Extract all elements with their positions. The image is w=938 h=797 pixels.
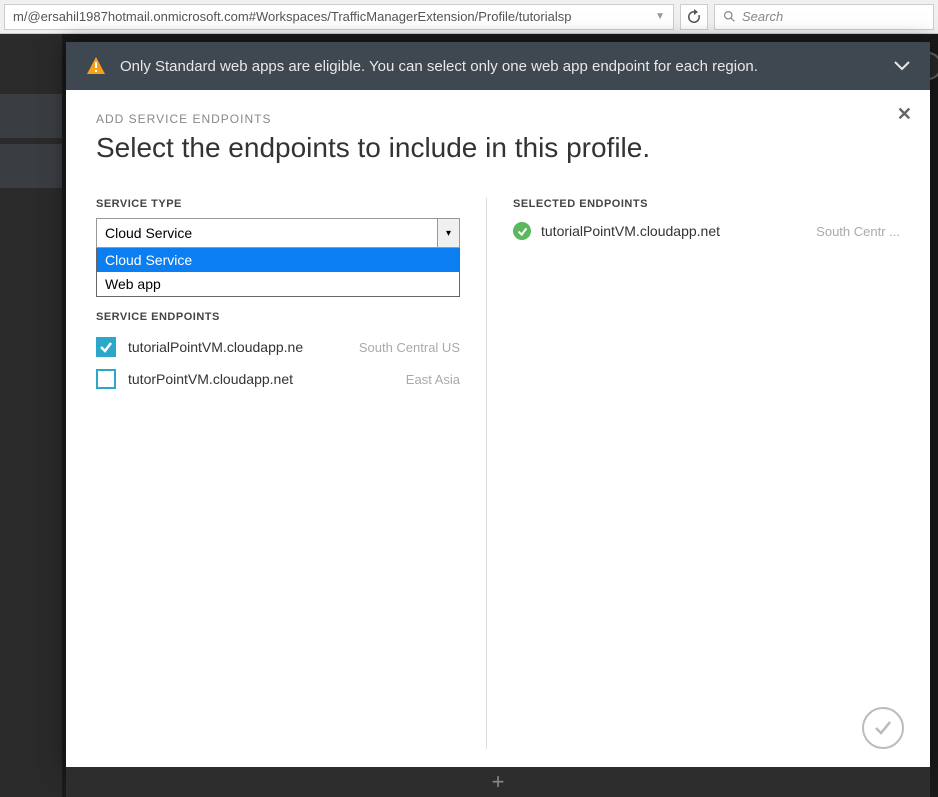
- select-display[interactable]: Cloud Service ▾: [96, 218, 460, 248]
- bottom-bar: +: [66, 767, 930, 797]
- modal-title: Select the endpoints to include in this …: [96, 132, 900, 164]
- url-text: m/@ersahil1987hotmail.onmicrosoft.com#Wo…: [13, 9, 571, 24]
- right-column: SELECTED ENDPOINTS tutorialPointVM.cloud…: [486, 198, 900, 749]
- endpoint-region: East Asia: [406, 372, 460, 387]
- columns: SERVICE TYPE Cloud Service ▾ Cloud Servi…: [96, 198, 900, 749]
- select-value: Cloud Service: [105, 225, 192, 241]
- checkbox[interactable]: [96, 337, 116, 357]
- selected-endpoint-region: South Centr ...: [816, 224, 900, 239]
- search-icon: [723, 10, 736, 23]
- browser-toolbar: m/@ersahil1987hotmail.onmicrosoft.com#Wo…: [0, 0, 938, 34]
- warning-text: Only Standard web apps are eligible. You…: [120, 58, 880, 75]
- endpoint-row[interactable]: tutorPointVM.cloudapp.net East Asia: [96, 363, 460, 395]
- left-column: SERVICE TYPE Cloud Service ▾ Cloud Servi…: [96, 198, 486, 749]
- reload-icon: [686, 9, 702, 25]
- endpoint-name: tutorPointVM.cloudapp.net: [128, 371, 308, 387]
- chevron-down-icon[interactable]: [894, 58, 910, 75]
- plus-icon[interactable]: +: [492, 769, 505, 795]
- warning-icon: [86, 56, 106, 76]
- selected-endpoint-row: tutorialPointVM.cloudapp.net South Centr…: [513, 218, 900, 244]
- selected-endpoints-label: SELECTED ENDPOINTS: [513, 198, 900, 210]
- reload-button[interactable]: [680, 4, 708, 30]
- close-button[interactable]: ✕: [897, 104, 912, 125]
- dropdown-option-cloud-service[interactable]: Cloud Service: [97, 248, 459, 272]
- sidebar-item[interactable]: [0, 94, 62, 138]
- service-type-label: SERVICE TYPE: [96, 198, 460, 210]
- add-endpoints-modal: Only Standard web apps are eligible. You…: [66, 42, 930, 767]
- sidebar-item[interactable]: [0, 144, 62, 188]
- url-bar[interactable]: m/@ersahil1987hotmail.onmicrosoft.com#Wo…: [4, 4, 674, 30]
- dropdown-option-web-app[interactable]: Web app: [97, 272, 459, 296]
- dropdown-list: Cloud Service Web app: [96, 248, 460, 297]
- selected-endpoint-name: tutorialPointVM.cloudapp.net: [541, 223, 806, 239]
- endpoint-region: South Central US: [359, 340, 460, 355]
- search-placeholder: Search: [742, 9, 783, 24]
- service-endpoints-section: SERVICE ENDPOINTS tutorialPointVM.clouda…: [96, 311, 460, 395]
- modal-body: ✕ ADD SERVICE ENDPOINTS Select the endpo…: [66, 90, 930, 767]
- content-area: Only Standard web apps are eligible. You…: [0, 34, 938, 797]
- service-endpoints-label: SERVICE ENDPOINTS: [96, 311, 460, 323]
- endpoint-row[interactable]: tutorialPointVM.cloudapp.ne South Centra…: [96, 331, 460, 363]
- endpoint-name: tutorialPointVM.cloudapp.ne: [128, 339, 308, 355]
- check-circle-icon: [513, 222, 531, 240]
- checkbox[interactable]: [96, 369, 116, 389]
- warning-banner: Only Standard web apps are eligible. You…: [66, 42, 930, 90]
- confirm-button[interactable]: [862, 707, 904, 749]
- search-input[interactable]: Search: [714, 4, 934, 30]
- service-type-select[interactable]: Cloud Service ▾ Cloud Service Web app: [96, 218, 460, 297]
- modal-subhead: ADD SERVICE ENDPOINTS: [96, 112, 900, 126]
- select-arrow-icon[interactable]: ▾: [437, 219, 459, 247]
- check-icon: [872, 717, 894, 739]
- dropdown-icon[interactable]: ▼: [655, 11, 665, 22]
- sidebar: [0, 34, 62, 797]
